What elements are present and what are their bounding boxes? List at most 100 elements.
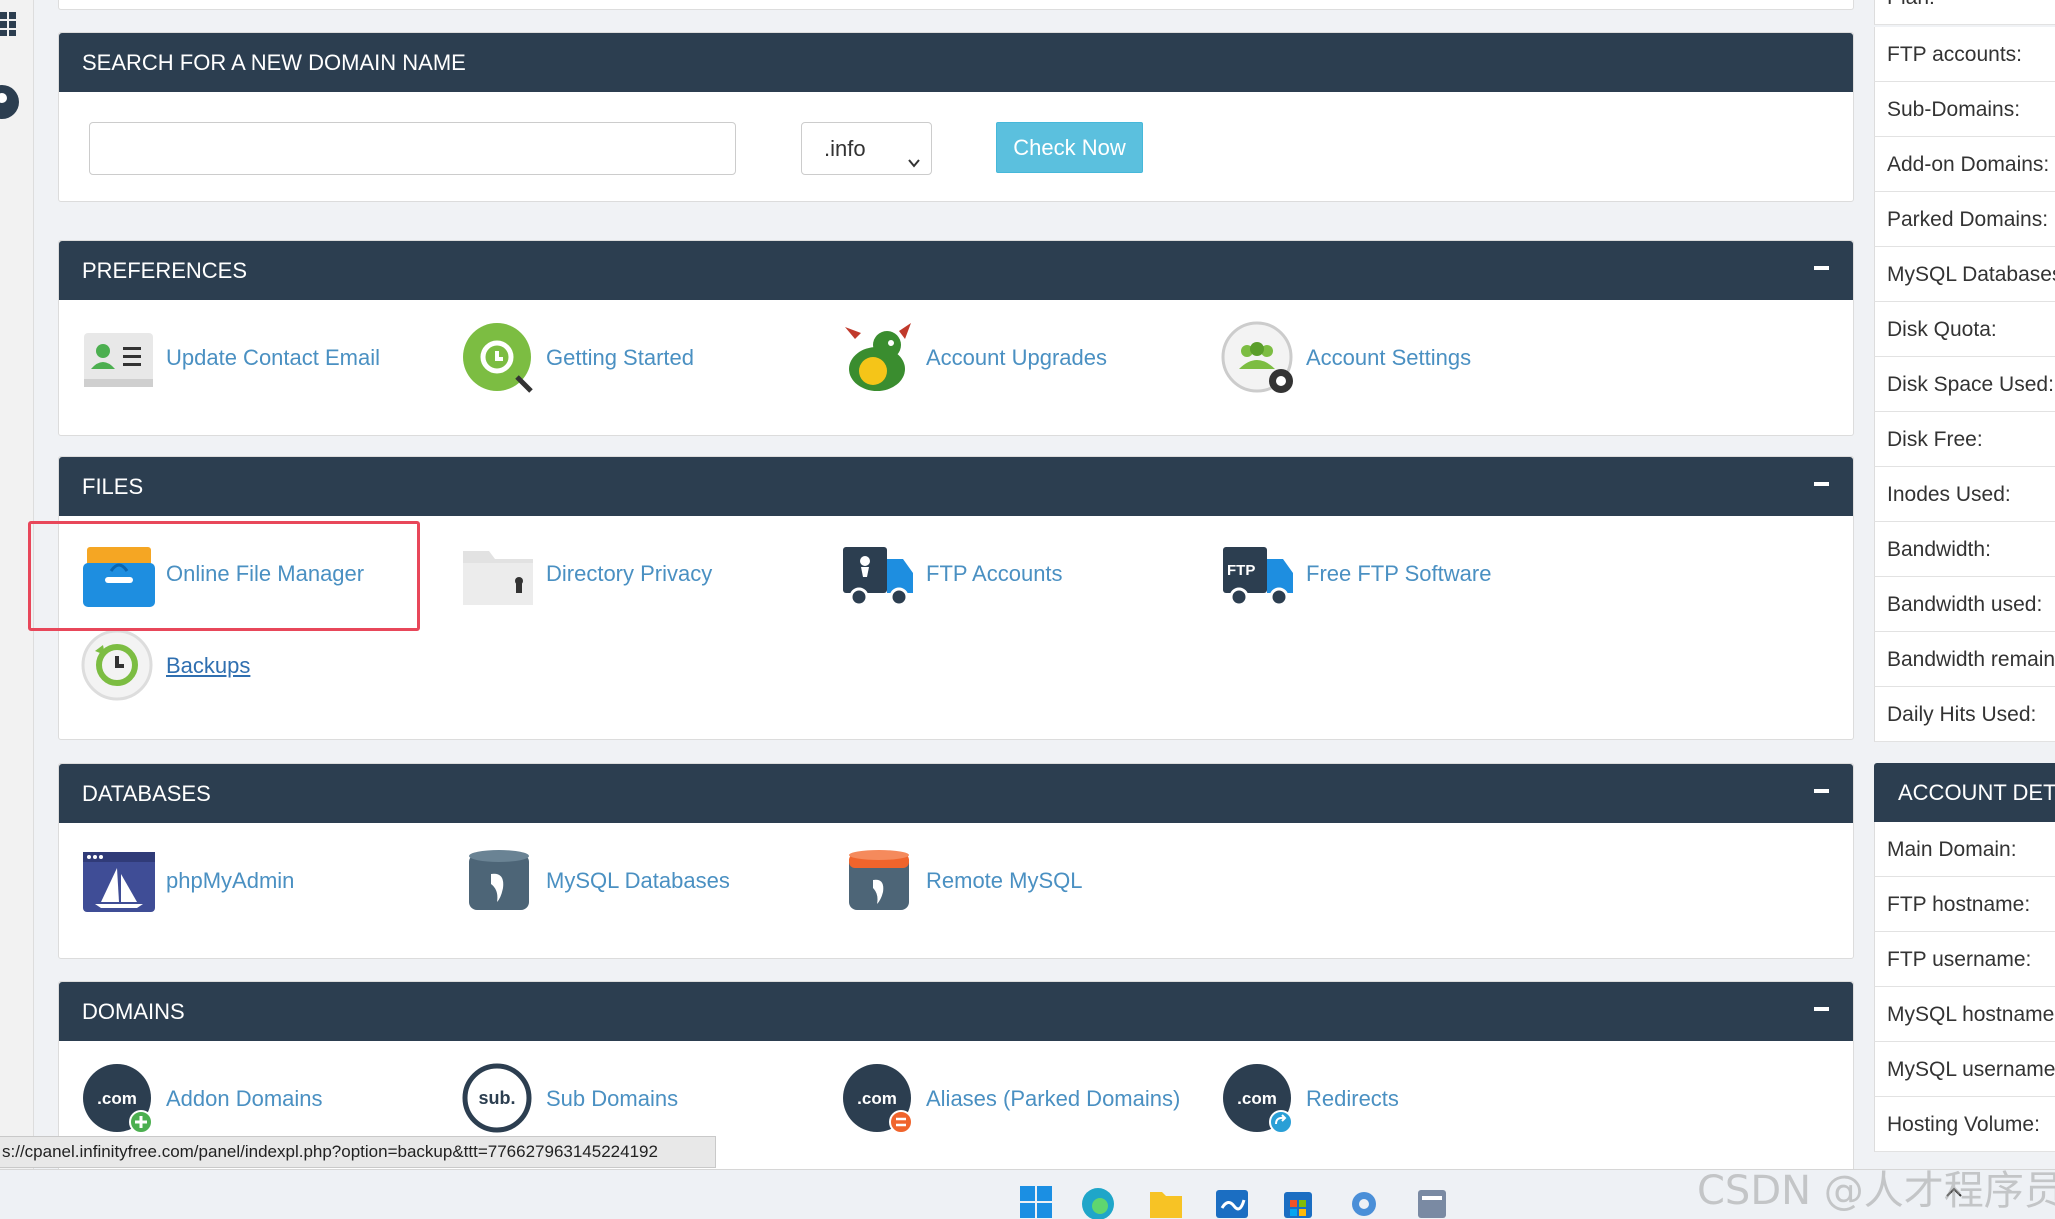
backup-icon	[81, 629, 156, 704]
getting-started-icon	[461, 321, 536, 396]
getting-started-item[interactable]: Getting Started	[461, 320, 694, 396]
tld-selected-value: .info	[824, 136, 866, 161]
dotcom-add-icon: .com	[81, 1062, 156, 1137]
free-ftp-software-item[interactable]: FTP Free FTP Software	[1221, 536, 1491, 612]
stat-row: Bandwidth used:	[1874, 577, 2055, 632]
item-label: Sub Domains	[546, 1086, 679, 1111]
file-explorer-icon[interactable]	[1148, 1184, 1184, 1219]
redirects-item[interactable]: .com Redirects	[1221, 1061, 1399, 1137]
stat-row: Bandwidth remaining:	[1874, 632, 2055, 687]
sub-domain-icon: sub.	[461, 1062, 536, 1137]
stat-row: Daily Hits Used:	[1874, 687, 2055, 742]
tld-select[interactable]: .info	[801, 122, 932, 175]
preferences-panel: PREFERENCES Update Contact Email Getting…	[58, 240, 1854, 436]
svg-text:.com: .com	[1237, 1089, 1277, 1108]
store-icon[interactable]	[1280, 1184, 1316, 1219]
panel-header: FILES	[59, 457, 1853, 516]
ftp-accounts-item[interactable]: FTP Accounts	[841, 536, 1063, 612]
item-label: Account Upgrades	[926, 345, 1107, 370]
stat-row-plan: Plan:	[1874, 0, 2055, 25]
directory-privacy-item[interactable]: Directory Privacy	[461, 536, 712, 612]
item-label: Free FTP Software	[1306, 561, 1492, 586]
dotcom-redirect-icon: .com	[1221, 1062, 1296, 1137]
panel-header: DOMAINS	[59, 982, 1853, 1041]
windows-start-icon[interactable]	[1018, 1184, 1054, 1219]
update-contact-email-item[interactable]: Update Contact Email	[81, 320, 380, 396]
aliases-parked-domains-item[interactable]: .com Aliases (Parked Domains)	[841, 1061, 1180, 1137]
item-label: FTP Accounts	[926, 561, 1063, 586]
addon-domains-item[interactable]: .com Addon Domains	[81, 1061, 323, 1137]
stat-row: Parked Domains:	[1874, 192, 2055, 247]
stat-row: Sub-Domains:	[1874, 82, 2055, 137]
stat-row: Add-on Domains:	[1874, 137, 2055, 192]
stat-row: Bandwidth:	[1874, 522, 2055, 577]
item-label: Addon Domains	[166, 1086, 323, 1111]
whiteboard-icon[interactable]	[1214, 1184, 1250, 1219]
status-bar-url: s://cpanel.infinityfree.com/panel/indexp…	[0, 1136, 716, 1168]
panel-title: DATABASES	[82, 781, 211, 806]
stats-sidebar: Plan: FTP accounts: Sub-Domains: Add-on …	[1874, 0, 2055, 1219]
item-label: Remote MySQL	[926, 868, 1083, 893]
grid-menu-icon[interactable]	[0, 8, 20, 36]
item-label: MySQL Databases	[546, 868, 730, 893]
collapse-icon[interactable]	[1814, 482, 1829, 486]
svg-text:.com: .com	[857, 1089, 897, 1108]
item-label: phpMyAdmin	[166, 868, 295, 893]
top-card-remnant	[58, 0, 1854, 10]
item-label: Update Contact Email	[166, 345, 380, 370]
chevron-down-icon	[907, 137, 921, 168]
watermark: CSDN @人才程序员	[1697, 1168, 2055, 1214]
account-settings-item[interactable]: Account Settings	[1221, 320, 1471, 396]
item-label: Redirects	[1306, 1086, 1399, 1111]
collapse-icon[interactable]	[1814, 1007, 1829, 1011]
stat-row: Disk Free:	[1874, 412, 2055, 467]
collapse-icon[interactable]	[1814, 266, 1829, 270]
mysql-database-icon	[461, 844, 536, 919]
user-icon[interactable]	[0, 82, 20, 119]
panel-header: DATABASES	[59, 764, 1853, 823]
detail-row: Main Domain:	[1874, 822, 2055, 877]
folder-lock-icon	[461, 537, 536, 612]
remote-mysql-item[interactable]: Remote MySQL	[841, 843, 1083, 919]
settings-app-icon[interactable]	[1346, 1184, 1382, 1219]
account-settings-icon	[1221, 321, 1296, 396]
backups-item[interactable]: Backups	[81, 628, 250, 704]
stat-row: MySQL Databases:	[1874, 247, 2055, 302]
edge-browser-icon[interactable]	[1080, 1184, 1116, 1219]
svg-text:.com: .com	[97, 1089, 137, 1108]
ftp-truck-icon	[841, 537, 916, 612]
item-label: Account Settings	[1306, 345, 1472, 370]
panel-header: SEARCH FOR A NEW DOMAIN NAME	[59, 33, 1853, 92]
stat-row: Disk Space Used:	[1874, 357, 2055, 412]
check-now-button[interactable]: Check Now	[996, 122, 1143, 173]
dotcom-alias-icon: .com	[841, 1062, 916, 1137]
domain-search-panel: SEARCH FOR A NEW DOMAIN NAME .info Check…	[58, 32, 1854, 202]
stat-row: Disk Quota:	[1874, 302, 2055, 357]
domain-search-input[interactable]	[89, 122, 736, 175]
mysql-databases-item[interactable]: MySQL Databases	[461, 843, 730, 919]
item-label: Backups	[166, 653, 251, 678]
highlight-box	[28, 521, 420, 631]
app-icon[interactable]	[1414, 1184, 1450, 1219]
detail-row: FTP hostname:	[1874, 877, 2055, 932]
detail-row: FTP username:	[1874, 932, 2055, 987]
databases-panel: DATABASES phpMyAdmin MySQL Databases Rem…	[58, 763, 1854, 959]
stat-row: FTP accounts:	[1874, 27, 2055, 82]
panel-header: PREFERENCES	[59, 241, 1853, 300]
phpmyadmin-item[interactable]: phpMyAdmin	[81, 843, 294, 919]
collapse-icon[interactable]	[1814, 789, 1829, 793]
sub-domains-item[interactable]: sub. Sub Domains	[461, 1061, 678, 1137]
ftp-software-icon: FTP	[1221, 537, 1296, 612]
detail-row: MySQL username:	[1874, 1042, 2055, 1097]
item-label: Getting Started	[546, 345, 694, 370]
panel-title: FILES	[82, 474, 144, 499]
item-label: Directory Privacy	[546, 561, 713, 586]
contact-card-icon	[81, 321, 156, 396]
svg-text:sub.: sub.	[478, 1088, 515, 1108]
detail-row: Hosting Volume:	[1874, 1097, 2055, 1152]
account-details-header: ACCOUNT DETAILS	[1874, 763, 2055, 822]
detail-row: MySQL hostname:	[1874, 987, 2055, 1042]
phpmyadmin-icon	[81, 844, 156, 919]
account-upgrades-item[interactable]: Account Upgrades	[841, 320, 1107, 396]
item-label: Aliases (Parked Domains)	[926, 1086, 1181, 1111]
